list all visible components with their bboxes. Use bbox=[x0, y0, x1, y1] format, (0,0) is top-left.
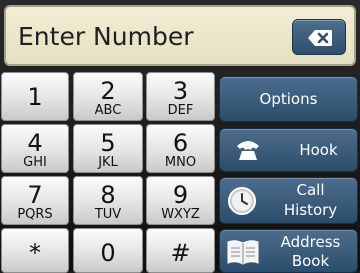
key-9[interactable]: 9 WXYZ bbox=[146, 176, 215, 225]
dial-screen: Enter Number 1 2 ABC 3 DEF 4 GHI 5 JKL 6… bbox=[0, 0, 360, 273]
clock-icon bbox=[228, 187, 256, 215]
key-digit: 7 bbox=[27, 181, 43, 209]
call-history-label-line2: History bbox=[283, 201, 338, 219]
address-book-label-line2: Book bbox=[291, 252, 330, 270]
key-letters: WXYZ bbox=[161, 207, 200, 222]
key-digit: 6 bbox=[172, 129, 189, 157]
call-history-label-line1: Call bbox=[296, 181, 325, 199]
key-digit: 3 bbox=[172, 77, 189, 105]
key-digit: 8 bbox=[100, 181, 116, 209]
phone-handset-icon bbox=[237, 141, 259, 160]
key-star[interactable]: * bbox=[1, 228, 69, 273]
key-digit: 5 bbox=[100, 129, 116, 157]
hook-button[interactable]: Hook bbox=[219, 128, 358, 172]
key-8[interactable]: 8 TUV bbox=[73, 176, 143, 225]
key-letters: DEF bbox=[167, 103, 194, 118]
address-book-label-line1: Address bbox=[280, 233, 341, 251]
key-6[interactable]: 6 MNO bbox=[146, 124, 215, 173]
hook-label: Hook bbox=[299, 141, 338, 159]
key-digit: # bbox=[170, 239, 191, 267]
options-button[interactable]: Options bbox=[219, 76, 358, 122]
options-label: Options bbox=[259, 90, 318, 108]
key-0[interactable]: 0 bbox=[73, 228, 143, 273]
key-digit: 4 bbox=[27, 129, 43, 157]
key-3[interactable]: 3 DEF bbox=[146, 72, 215, 121]
key-digit: * bbox=[29, 239, 41, 267]
address-book-button[interactable]: Address Book bbox=[219, 229, 358, 273]
key-letters: PQRS bbox=[17, 207, 53, 222]
call-history-button[interactable]: Call History bbox=[219, 177, 358, 224]
key-5[interactable]: 5 JKL bbox=[73, 124, 143, 173]
book-icon bbox=[227, 240, 259, 265]
key-1[interactable]: 1 bbox=[1, 72, 69, 121]
number-entry-placeholder: Enter Number bbox=[18, 22, 194, 51]
key-hash[interactable]: # bbox=[146, 228, 215, 273]
key-digit: 1 bbox=[27, 83, 43, 111]
key-digit: 2 bbox=[100, 77, 116, 105]
key-letters: MNO bbox=[164, 155, 197, 170]
key-letters: TUV bbox=[94, 207, 122, 222]
key-7[interactable]: 7 PQRS bbox=[1, 176, 69, 225]
key-2[interactable]: 2 ABC bbox=[73, 72, 143, 121]
key-letters: GHI bbox=[23, 155, 47, 170]
key-digit: 9 bbox=[172, 181, 189, 209]
key-4[interactable]: 4 GHI bbox=[1, 124, 69, 173]
key-letters: ABC bbox=[94, 103, 122, 118]
backspace-button[interactable] bbox=[292, 19, 346, 55]
number-entry-field[interactable]: Enter Number bbox=[4, 5, 356, 66]
backspace-icon bbox=[308, 30, 332, 46]
key-digit: 0 bbox=[100, 239, 116, 267]
key-letters: JKL bbox=[98, 155, 118, 170]
